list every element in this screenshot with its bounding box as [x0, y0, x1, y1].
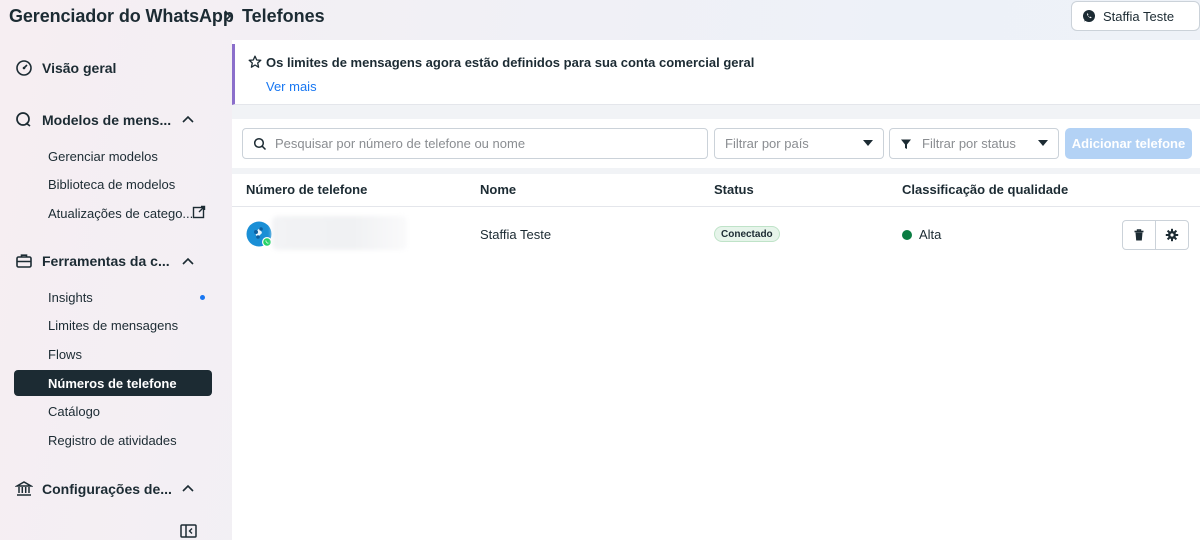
chevron-up-icon[interactable]	[181, 113, 195, 127]
sidebar-section-settings[interactable]: Configurações de...	[14, 475, 172, 503]
delete-button[interactable]	[1122, 220, 1156, 250]
quality-dot-icon	[902, 230, 912, 240]
sidebar-item-flows[interactable]: Flows	[14, 341, 212, 367]
chevron-right-icon	[224, 10, 232, 22]
phone-name: Staffia Teste	[480, 227, 552, 242]
sidebar-item-phone-numbers[interactable]: Números de telefone	[14, 370, 212, 396]
page-title: Telefones	[242, 6, 325, 26]
column-header-name[interactable]: Nome	[480, 182, 516, 197]
whatsapp-icon	[1083, 10, 1095, 22]
sidebar-item-template-library[interactable]: Biblioteca de modelos	[14, 171, 212, 197]
sidebar-item-label: Catálogo	[48, 403, 101, 419]
chevron-up-icon[interactable]	[181, 482, 195, 496]
sidebar-section-label: Modelos de mens...	[42, 112, 172, 128]
external-link-icon	[192, 205, 206, 219]
status-filter-select[interactable]: Filtrar por status	[889, 128, 1059, 159]
phone-number-redacted	[272, 216, 407, 250]
search-input[interactable]	[275, 136, 695, 151]
sidebar-item-label: Atualizações de catego...	[48, 205, 194, 221]
sidebar-item-label: Flows	[48, 346, 82, 362]
sidebar-section-templates[interactable]: Modelos de mens...	[14, 106, 171, 134]
sidebar-item-category-updates[interactable]: Atualizações de catego...	[14, 200, 212, 226]
breadcrumb-root[interactable]: Gerenciador do WhatsApp	[9, 6, 234, 27]
table-divider	[232, 168, 1200, 174]
sidebar-item-label: Limites de mensagens	[48, 317, 179, 333]
overview-icon	[14, 58, 34, 78]
sidebar-item-manage-templates[interactable]: Gerenciar modelos	[14, 143, 212, 169]
star-icon	[248, 55, 262, 68]
status-badge: Conectado	[714, 226, 780, 242]
sidebar-section-label: Configurações de...	[42, 481, 172, 497]
search-field[interactable]	[242, 128, 708, 159]
notification-dot	[200, 295, 205, 300]
sidebar-section-tools[interactable]: Ferramentas da c...	[14, 247, 170, 275]
sidebar-item-label: Visão geral	[42, 60, 117, 76]
chevron-up-icon[interactable]	[181, 255, 195, 269]
sidebar-item-label: Biblioteca de modelos	[48, 176, 176, 192]
add-phone-button[interactable]: Adicionar telefone	[1065, 128, 1192, 159]
search-icon	[253, 137, 267, 150]
briefcase-icon	[14, 251, 34, 271]
bank-icon	[14, 479, 34, 499]
account-name: Staffia Teste	[1103, 8, 1175, 24]
column-header-quality[interactable]: Classificação de qualidade	[902, 182, 1068, 197]
caret-down-icon	[1038, 140, 1048, 146]
sidebar-item-label: Gerenciar modelos	[48, 148, 158, 164]
sidebar-item-label: Números de telefone	[48, 375, 177, 391]
filter-icon	[901, 139, 911, 149]
sidebar-item-activity-log[interactable]: Registro de atividades	[14, 427, 212, 453]
column-header-status[interactable]: Status	[714, 182, 754, 197]
sidebar-item-message-limits[interactable]: Limites de mensagens	[14, 312, 212, 338]
quality-rating: Alta	[919, 227, 942, 242]
country-filter-select[interactable]: Filtrar por país	[714, 128, 884, 159]
banner-see-more-link[interactable]: Ver mais	[266, 79, 317, 94]
status-filter-placeholder: Filtrar por status	[922, 136, 1016, 151]
trash-icon	[1134, 229, 1144, 241]
message-limits-banner: Os limites de mensagens agora estão defi…	[232, 44, 1200, 105]
top-bar: Gerenciador do WhatsApp Telefones Staffi…	[0, 0, 1200, 34]
gear-icon	[1165, 228, 1179, 242]
sidebar-section-label: Ferramentas da c...	[42, 253, 170, 269]
column-header-phone[interactable]: Número de telefone	[246, 182, 367, 197]
country-filter-placeholder: Filtrar por país	[725, 136, 809, 151]
header-separator	[232, 206, 1200, 207]
caret-down-icon	[863, 140, 873, 146]
account-selector-button[interactable]: Staffia Teste	[1071, 1, 1200, 31]
banner-title: Os limites de mensagens agora estão defi…	[266, 55, 755, 70]
sidebar-item-overview[interactable]: Visão geral	[14, 54, 116, 82]
sidebar-item-label: Registro de atividades	[48, 432, 177, 448]
chat-icon	[14, 110, 34, 130]
section-divider	[232, 105, 1200, 119]
sidebar-item-insights[interactable]: Insights	[14, 284, 212, 310]
avatar-icon	[246, 221, 272, 247]
sidebar: Visão geral Modelos de mens... Gerenciar…	[0, 40, 232, 540]
sidebar-item-label: Insights	[48, 289, 93, 305]
sidebar-item-catalog[interactable]: Catálogo	[14, 398, 212, 424]
settings-button[interactable]	[1155, 220, 1189, 250]
collapse-sidebar-icon[interactable]	[180, 524, 197, 538]
